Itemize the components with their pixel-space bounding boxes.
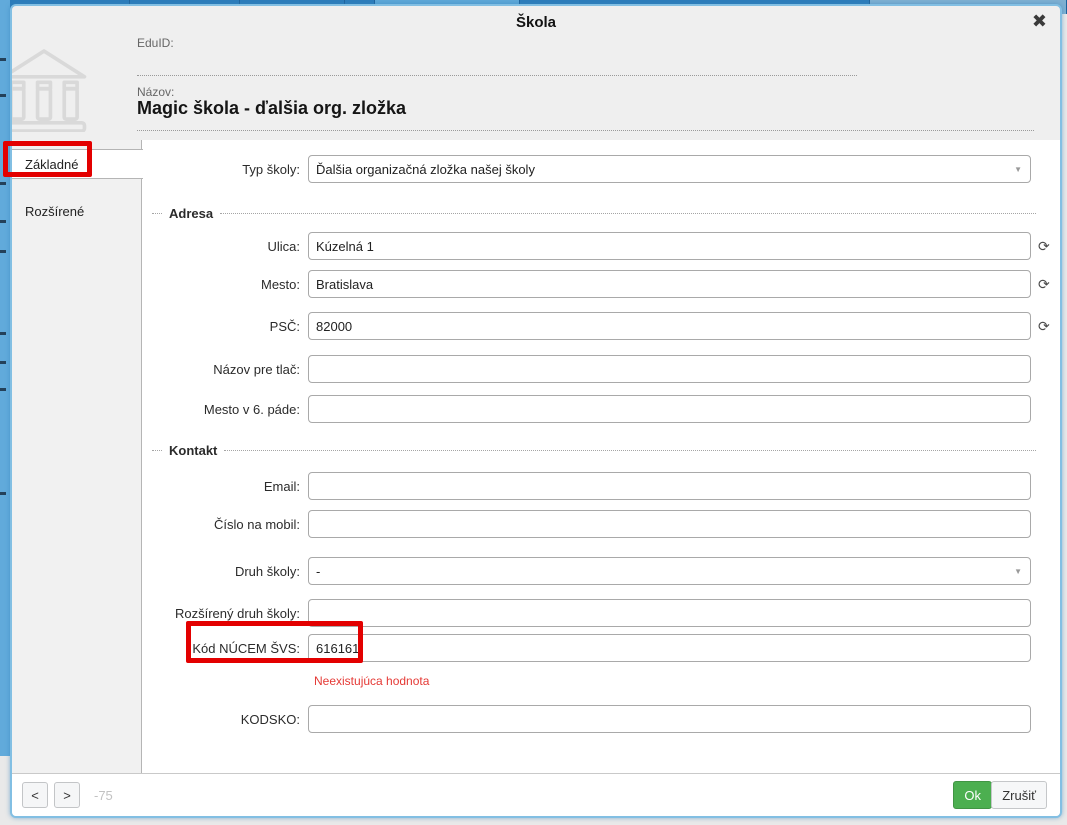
druh-skoly-select[interactable]: - ▼ — [308, 557, 1031, 585]
dialog-title: Škola — [12, 14, 1060, 31]
email-input[interactable] — [308, 472, 1031, 500]
tab-zakladne[interactable]: Základné — [12, 149, 143, 179]
background-sidebar-text — [0, 361, 6, 364]
mesto-label: Mesto: — [142, 277, 308, 292]
kod-nucem-svs-input[interactable] — [308, 634, 1031, 662]
psc-input[interactable] — [308, 312, 1031, 340]
background-sidebar-text — [0, 58, 6, 61]
nucem-error-text: Neexistujúca hodnota — [314, 674, 429, 688]
kodsko-input[interactable] — [308, 705, 1031, 733]
cislo-na-mobil-input[interactable] — [308, 510, 1031, 538]
field-row-nazov-pre-tlac: Názov pre tlač: — [142, 355, 1031, 383]
school-name: Magic škola - ďalšia org. zložka — [137, 98, 406, 119]
ulica-input[interactable] — [308, 232, 1031, 260]
field-row-typ-skoly: Typ školy: Ďalšia organizačná zložka naš… — [142, 155, 1031, 183]
header-divider — [137, 130, 1034, 131]
next-record-button[interactable]: > — [54, 782, 80, 808]
prev-record-button[interactable]: < — [22, 782, 48, 808]
field-row-mesto-v-6-pade: Mesto v 6. páde: — [142, 395, 1031, 423]
field-row-ulica: Ulica: ⟳ — [142, 232, 1050, 260]
field-row-kod-nucem-svs: Kód NÚCEM ŠVS: — [142, 634, 1031, 662]
dialog-footer: < > -75 Ok Zrušiť — [12, 773, 1060, 816]
mesto-v-6-pade-label: Mesto v 6. páde: — [142, 402, 308, 417]
nazov-label: Názov: — [137, 85, 174, 99]
kodsko-label: KODSKO: — [142, 712, 308, 727]
field-row-kodsko: KODSKO: — [142, 705, 1031, 733]
typ-skoly-label: Typ školy: — [142, 162, 308, 177]
section-kontakt: Kontakt — [152, 443, 1036, 457]
section-adresa-title: Adresa — [162, 206, 220, 221]
section-divider — [220, 213, 1036, 214]
druh-skoly-label: Druh školy: — [142, 564, 308, 579]
background-sidebar — [0, 0, 10, 756]
section-divider — [152, 450, 162, 451]
mesto-v-6-pade-input[interactable] — [308, 395, 1031, 423]
nazov-pre-tlac-label: Názov pre tlač: — [142, 362, 308, 377]
tab-rozsirene-label: Rozšírené — [25, 204, 84, 219]
record-indicator: -75 — [94, 788, 113, 803]
field-row-psc: PSČ: ⟳ — [142, 312, 1050, 340]
nazov-pre-tlac-input[interactable] — [308, 355, 1031, 383]
background-sidebar-text — [0, 94, 6, 97]
chevron-down-icon: ▼ — [1014, 165, 1022, 174]
section-divider — [224, 450, 1036, 451]
section-kontakt-title: Kontakt — [162, 443, 224, 458]
typ-skoly-value: Ďalšia organizačná zložka našej školy — [316, 162, 1023, 177]
dialog-body: Základné Rozšírené Typ školy: Ďalšia org… — [12, 140, 1060, 773]
typ-skoly-select[interactable]: Ďalšia organizačná zložka našej školy ▼ — [308, 155, 1031, 183]
cancel-button[interactable]: Zrušiť — [991, 781, 1047, 809]
background-sidebar-text — [0, 250, 6, 253]
refresh-icon[interactable]: ⟳ — [1038, 319, 1050, 333]
background-sidebar-text — [0, 388, 6, 391]
mesto-input[interactable] — [308, 270, 1031, 298]
refresh-icon[interactable]: ⟳ — [1038, 239, 1050, 253]
background-sidebar-text — [0, 492, 6, 495]
email-label: Email: — [142, 479, 308, 494]
psc-label: PSČ: — [142, 319, 308, 334]
ok-button[interactable]: Ok — [953, 781, 992, 809]
field-row-rozsireny-druh-skoly: Rozšírený druh školy: — [142, 599, 1031, 627]
header-divider — [137, 75, 857, 76]
skola-dialog: Škola ✖ EduID: Názov: Magic škola - ďalš… — [10, 4, 1062, 818]
tab-zakladne-label: Základné — [25, 157, 78, 172]
close-icon[interactable]: ✖ — [1032, 12, 1047, 30]
background-sidebar-text — [0, 182, 6, 185]
eduid-label: EduID: — [137, 36, 174, 50]
background-sidebar-text — [0, 332, 6, 335]
rozsireny-druh-skoly-input[interactable] — [308, 599, 1031, 627]
page: Škola ✖ EduID: Názov: Magic škola - ďalš… — [0, 0, 1067, 825]
kod-nucem-svs-label: Kód NÚCEM ŠVS: — [142, 641, 308, 656]
section-divider — [152, 213, 162, 214]
cislo-na-mobil-label: Číslo na mobil: — [142, 517, 308, 532]
field-row-druh-skoly: Druh školy: - ▼ — [142, 557, 1031, 585]
background-sidebar-text — [0, 220, 6, 223]
field-row-email: Email: — [142, 472, 1031, 500]
field-row-cislo-na-mobil: Číslo na mobil: — [142, 510, 1031, 538]
druh-skoly-value: - — [316, 564, 1023, 579]
ulica-label: Ulica: — [142, 239, 308, 254]
section-adresa: Adresa — [152, 206, 1036, 220]
school-building-icon — [10, 40, 90, 132]
tab-rozsirene[interactable]: Rozšírené — [12, 197, 142, 227]
field-row-mesto: Mesto: ⟳ — [142, 270, 1050, 298]
chevron-down-icon: ▼ — [1014, 567, 1022, 576]
tab-column: Základné Rozšírené — [12, 140, 142, 773]
rozsireny-druh-skoly-label: Rozšírený druh školy: — [142, 606, 308, 621]
refresh-icon[interactable]: ⟳ — [1038, 277, 1050, 291]
